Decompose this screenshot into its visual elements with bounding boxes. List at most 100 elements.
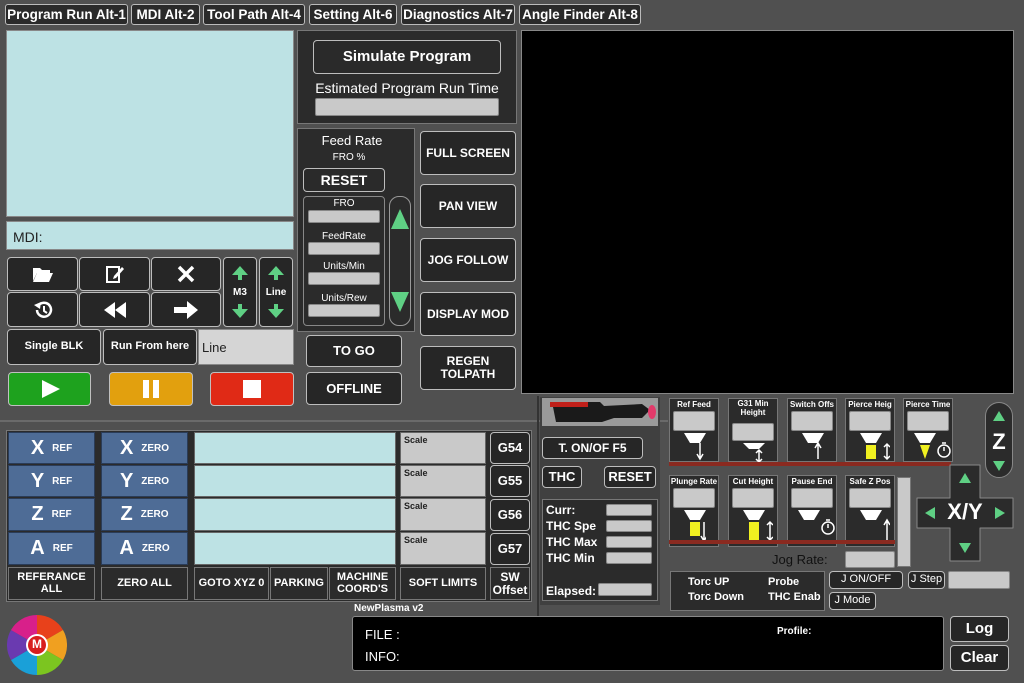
zero-x-button[interactable]: X ZERO [101, 432, 188, 464]
edit-icon [105, 266, 124, 283]
mdi-input[interactable]: MDI: [6, 221, 294, 250]
torch-updown-icon [743, 443, 765, 463]
elapsed-value [598, 583, 652, 596]
ref-z-button[interactable]: Z REF [8, 498, 95, 531]
thc-reset-button[interactable]: RESET [604, 466, 656, 488]
to-go-button[interactable]: TO GO [306, 335, 402, 367]
jog-step-value[interactable] [948, 571, 1010, 589]
log-button[interactable]: Log [950, 616, 1009, 642]
pause-end-value[interactable] [791, 488, 833, 508]
scale-a-field[interactable]: Scale [400, 532, 486, 565]
gcode-display[interactable] [6, 30, 294, 217]
dro-a-value[interactable] [194, 532, 396, 565]
g57-button[interactable]: G57 [490, 533, 530, 565]
fro-label: FRO [333, 198, 355, 209]
pause-icon [143, 380, 159, 398]
jog-onoff-button[interactable]: J ON/OFF [829, 571, 903, 589]
open-file-button[interactable] [7, 257, 78, 291]
pierce-time-value[interactable] [907, 411, 949, 431]
stop-button[interactable] [210, 372, 294, 406]
app-logo: M [7, 615, 67, 675]
ref-feed-label: Ref Feed [677, 400, 711, 409]
g55-button[interactable]: G55 [490, 465, 530, 497]
safe-z-pos-value[interactable] [849, 488, 891, 508]
full-screen-button[interactable]: FULL SCREEN [420, 131, 516, 175]
axis-y-label: Y [119, 469, 134, 492]
rewind-button[interactable] [79, 292, 150, 327]
display-mode-button[interactable]: DISPLAY MOD [420, 292, 516, 336]
zero-y-button[interactable]: Y ZERO [101, 465, 188, 497]
forward-button[interactable] [151, 292, 221, 327]
plunge-rate-value[interactable] [673, 488, 715, 508]
switch-offset-value[interactable] [791, 411, 833, 431]
ref-y-button[interactable]: Y REF [8, 465, 95, 497]
jog-step-button[interactable]: J Step [908, 571, 945, 589]
jog-follow-button[interactable]: JOG FOLLOW [420, 238, 516, 282]
close-file-button[interactable] [151, 257, 221, 291]
cut-height-value[interactable] [732, 488, 774, 508]
soft-limits-button[interactable]: SOFT LIMITS [400, 567, 486, 600]
zero-all-button[interactable]: ZERO ALL [101, 567, 188, 600]
rewind-icon [103, 301, 126, 318]
dro-z-value[interactable] [194, 498, 396, 531]
regen-toolpath-button[interactable]: REGEN TOLPATH [420, 346, 516, 390]
jog-mode-button[interactable]: J Mode [829, 592, 876, 610]
fro-reset-button[interactable]: RESET [303, 168, 385, 192]
tab-setting[interactable]: Setting Alt-6 [309, 4, 397, 25]
scale-z-field[interactable]: Scale [400, 498, 486, 531]
pause-end-label: Pause End [791, 477, 833, 486]
tab-angle-finder[interactable]: Angle Finder Alt-8 [519, 4, 641, 25]
estimated-run-time-label: Estimated Program Run Time [315, 80, 499, 96]
plasma-torch-icon [542, 398, 658, 426]
tab-mdi[interactable]: MDI Alt-2 [131, 4, 200, 25]
tab-program-run[interactable]: Program Run Alt-1 [5, 4, 128, 25]
scale-x-field[interactable]: Scale [400, 432, 486, 464]
tab-tool-path[interactable]: Tool Path Alt-4 [203, 4, 305, 25]
sw-offset-button[interactable]: SW Offset [490, 567, 530, 600]
torch-onoff-button[interactable]: T. ON/OF F5 [542, 437, 643, 459]
thc-button[interactable]: THC [542, 466, 582, 488]
ref-x-button[interactable]: X REF [8, 432, 95, 464]
reference-all-button[interactable]: REFERANCE ALL [8, 567, 95, 600]
single-block-button[interactable]: Single BLK [7, 329, 101, 365]
offline-button[interactable]: OFFLINE [306, 372, 402, 405]
tab-diagnostics[interactable]: Diagnostics Alt-7 [401, 4, 515, 25]
fro-slider[interactable] [389, 196, 411, 326]
zero-a-button[interactable]: A ZERO [101, 532, 188, 565]
cycle-start-button[interactable] [8, 372, 91, 406]
zero-z-button[interactable]: Z ZERO [101, 498, 188, 531]
clear-button[interactable]: Clear [950, 645, 1009, 671]
line-field-placeholder: Line [202, 340, 227, 355]
logo-letter: M [32, 637, 42, 651]
line-label: Line [265, 286, 287, 298]
g56-button[interactable]: G56 [490, 499, 530, 531]
recent-files-button[interactable] [7, 292, 78, 327]
parking-button[interactable]: PARKING [270, 567, 328, 600]
g54-button[interactable]: G54 [490, 432, 530, 464]
material-line [669, 462, 951, 466]
g31-min-height-value[interactable] [732, 423, 774, 441]
mdi-label: MDI: [13, 229, 43, 245]
feed-hold-button[interactable] [109, 372, 193, 406]
edit-file-button[interactable] [79, 257, 150, 291]
units-min-label: Units/Min [323, 261, 365, 272]
z-up-arrow-icon[interactable] [993, 411, 1005, 421]
line-number-input[interactable]: Line [198, 329, 294, 365]
line-button[interactable]: Line [259, 257, 293, 327]
m3-button[interactable]: M3 [223, 257, 257, 327]
jog-rate-slider[interactable] [897, 477, 911, 567]
machine-coords-button[interactable]: MACHINE COORD'S [329, 567, 396, 600]
xy-jog-control[interactable]: X/Y [915, 463, 1015, 563]
dro-x-value[interactable] [194, 432, 396, 464]
goto-xyz0-button[interactable]: GOTO XYZ 0 [194, 567, 269, 600]
pan-view-button[interactable]: PAN VIEW [420, 184, 516, 228]
scale-y-field[interactable]: Scale [400, 465, 486, 497]
pierce-height-value[interactable] [849, 411, 891, 431]
ref-a-button[interactable]: A REF [8, 532, 95, 565]
profile-label: Profile: [777, 626, 812, 637]
ref-feed-value[interactable] [673, 411, 715, 431]
run-from-here-button[interactable]: Run From here [103, 329, 197, 365]
dro-y-value[interactable] [194, 465, 396, 497]
simulate-program-button[interactable]: Simulate Program [313, 40, 501, 74]
toolpath-display[interactable] [521, 30, 1014, 394]
